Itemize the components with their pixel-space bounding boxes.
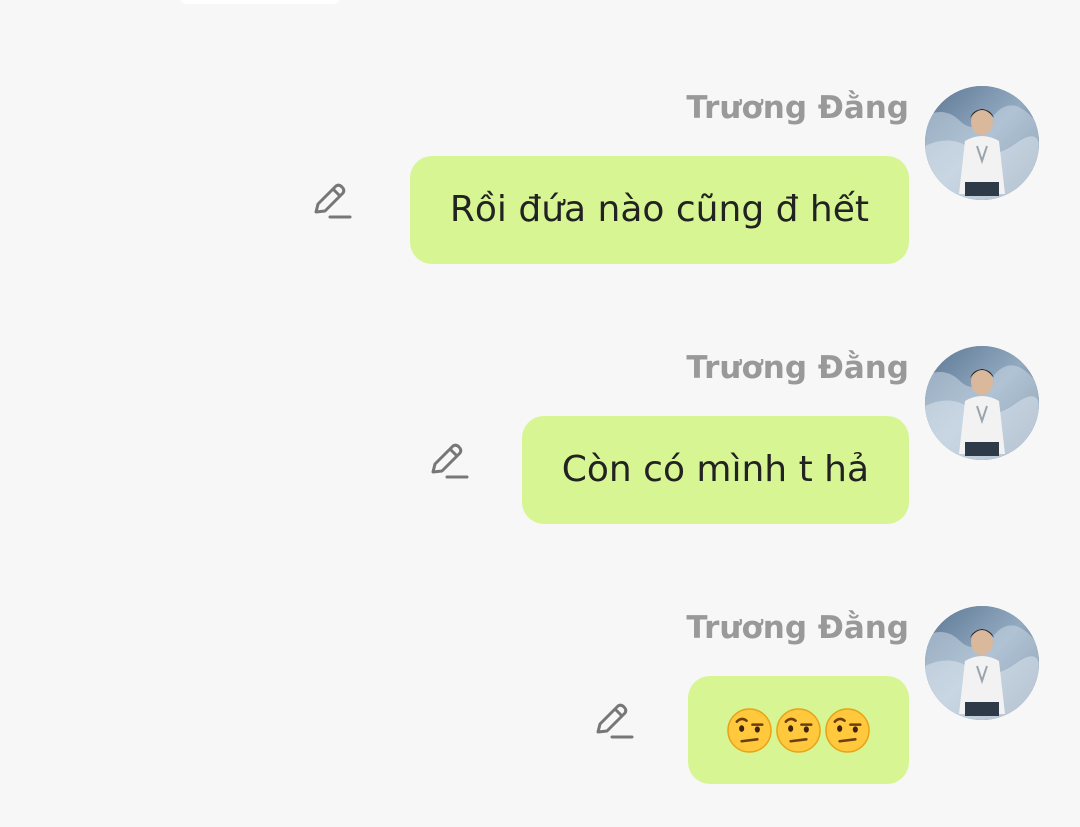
message-bubble[interactable]	[688, 676, 909, 784]
message-row-2: Trương Đằng Còn có mình t hả	[0, 346, 1080, 546]
pencil-edit-icon[interactable]	[427, 440, 469, 482]
avatar[interactable]	[925, 606, 1039, 720]
avatar-photo-icon	[925, 606, 1039, 720]
face-with-raised-eyebrow-emoji	[727, 707, 772, 753]
message-bubble[interactable]: Còn có mình t hả	[521, 416, 909, 524]
message-row-3: Trương Đằng	[0, 606, 1080, 806]
avatar[interactable]	[925, 86, 1039, 200]
sender-name: Trương Đằng	[686, 90, 909, 126]
emoji-row	[726, 707, 871, 754]
sender-name: Trương Đằng	[686, 610, 909, 646]
sender-name: Trương Đằng	[686, 350, 909, 386]
previous-bubble-fragment	[178, 0, 342, 4]
avatar-photo-icon	[925, 346, 1039, 460]
message-row-1: Trương Đằng Rồi đứa nào cũng đ hết	[0, 86, 1080, 286]
avatar[interactable]	[925, 346, 1039, 460]
face-with-raised-eyebrow-emoji	[825, 707, 870, 753]
message-text: Rồi đứa nào cũng đ hết	[449, 189, 869, 230]
face-with-raised-eyebrow-emoji	[776, 707, 821, 753]
avatar-photo-icon	[925, 86, 1039, 200]
pencil-edit-icon[interactable]	[310, 180, 352, 222]
message-text: Còn có mình t hả	[561, 449, 869, 490]
message-bubble[interactable]: Rồi đứa nào cũng đ hết	[409, 156, 909, 264]
pencil-edit-icon[interactable]	[592, 700, 634, 742]
